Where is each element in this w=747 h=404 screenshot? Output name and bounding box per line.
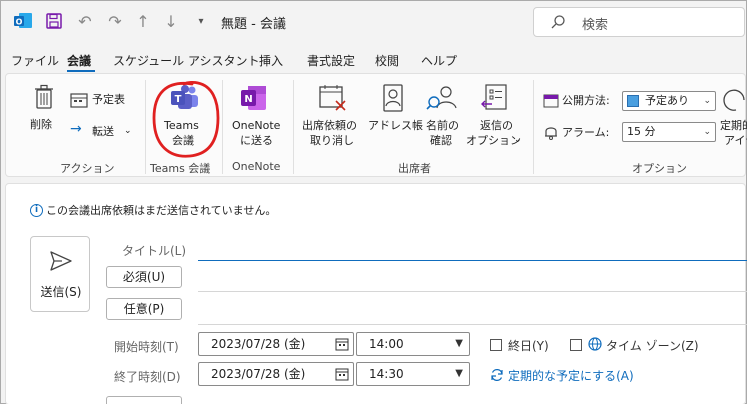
info-message: この会議出席依頼はまだ送信されていません。 [46, 204, 277, 217]
address-book-button[interactable]: アドレス帳 [368, 119, 423, 133]
group-label-actions: アクション [60, 162, 115, 175]
search-icon [551, 15, 565, 29]
show-as-label: 公開方法: [562, 94, 610, 107]
recurrence-button[interactable] [718, 80, 746, 152]
outlook-app-icon: O [14, 13, 32, 28]
title-label: タイトル(L) [122, 244, 187, 258]
previous-item-icon[interactable]: ↑ [133, 11, 153, 31]
menu-bar: ファイル 会議 スケジュール アシスタント 挿入 書式設定 校閲 ヘルプ [1, 45, 746, 73]
customize-qat-icon[interactable]: ▾ [191, 11, 211, 31]
bell-icon [545, 127, 557, 140]
svg-text:O: O [16, 18, 23, 27]
all-day-checkbox[interactable] [490, 339, 502, 351]
forward-icon: → [70, 121, 82, 137]
response-options-button[interactable] [466, 80, 530, 152]
tab-file[interactable]: ファイル [11, 52, 59, 69]
address-book-icon [383, 84, 403, 112]
send-icon [50, 251, 72, 271]
show-as-icon [543, 94, 559, 108]
send-to-onenote-button[interactable] [228, 80, 288, 152]
optional-attendees-underline [198, 324, 747, 325]
send-button[interactable]: 送信(S) [30, 236, 90, 312]
title-input[interactable] [198, 236, 747, 260]
end-date-picker[interactable]: 2023/07/28 (金) [198, 362, 354, 386]
redo-icon[interactable]: ↷ [105, 11, 125, 31]
calendar-button[interactable]: 予定表 [92, 93, 125, 107]
dropdown-arrow-icon: ▼ [455, 338, 463, 349]
reminder-select[interactable]: 15 分 ⌄ [622, 122, 716, 142]
title-input-underline [198, 260, 747, 261]
optional-attendees-button[interactable]: 任意(P) [106, 298, 182, 320]
tab-help[interactable]: ヘルプ [421, 52, 457, 69]
time-zone-label: タイム ゾーン(Z) [606, 339, 699, 353]
separator [222, 80, 223, 174]
tab-scheduling-assistant[interactable]: スケジュール アシスタント [113, 52, 260, 69]
search-placeholder: 検索 [582, 18, 609, 33]
window-title: 無題 - 会議 [221, 17, 286, 32]
start-time-value: 14:00 [369, 337, 404, 351]
save-icon[interactable] [45, 12, 63, 30]
chevron-down-icon: ⌄ [703, 127, 711, 137]
start-date-value: 2023/07/28 (金) [211, 337, 306, 351]
busy-color-swatch [627, 95, 639, 107]
recurrence-icon [491, 368, 503, 382]
reminder-label: アラーム: [562, 126, 610, 139]
make-recurring-link[interactable]: 定期的な予定にする(A) [508, 367, 634, 384]
annotation-circle [152, 80, 220, 158]
separator [145, 80, 146, 174]
undo-icon[interactable]: ↶ [75, 11, 95, 31]
globe-icon [588, 337, 602, 351]
end-time-label: 終了時刻(D) [114, 370, 181, 384]
info-bar: i この会議出席依頼はまだ送信されていません。 [30, 202, 276, 218]
location-button[interactable] [106, 396, 182, 404]
check-names-button[interactable] [420, 80, 464, 152]
meeting-form: i この会議出席依頼はまだ送信されていません。 送信(S) タイトル(L) 必須… [5, 183, 747, 404]
title-bar: O ↶ ↷ ↑ ↓ ▾ 無題 - 会議 検索 [1, 1, 746, 45]
start-date-picker[interactable]: 2023/07/28 (金) [198, 332, 354, 356]
tab-format[interactable]: 書式設定 [307, 52, 355, 69]
forward-button[interactable]: 転送 [92, 125, 114, 139]
cancel-invitation-button[interactable] [300, 80, 364, 152]
end-time-select[interactable]: 14:30 ▼ [356, 362, 470, 386]
forward-dropdown-icon[interactable]: ⌄ [124, 124, 132, 138]
tab-review[interactable]: 校閲 [375, 52, 399, 69]
time-zone-checkbox[interactable] [570, 339, 582, 351]
show-as-value: 予定あり [645, 94, 689, 107]
tab-meeting[interactable]: 会議 [67, 52, 91, 69]
group-label-options: オプション [632, 162, 687, 175]
active-tab-indicator [67, 70, 95, 72]
chevron-down-icon: ⌄ [703, 96, 711, 106]
calendar-icon [335, 338, 349, 351]
start-time-select[interactable]: 14:00 ▼ [356, 332, 470, 356]
group-label-attendees: 出席者 [398, 162, 431, 175]
required-attendees-underline [198, 291, 747, 292]
show-as-select[interactable]: 予定あり ⌄ [622, 91, 716, 111]
calendar-icon [70, 93, 88, 108]
separator [533, 80, 534, 174]
separator [293, 80, 294, 174]
end-time-value: 14:30 [369, 367, 404, 381]
end-date-value: 2023/07/28 (金) [211, 367, 306, 381]
optional-attendees-input[interactable] [198, 298, 747, 322]
ribbon: 削除 予定表 → 転送 ⌄ アクション T Teams 会議 Teams 会議 … [5, 73, 747, 177]
delete-button[interactable]: 削除 [30, 118, 52, 132]
calendar-icon [335, 368, 349, 381]
required-attendees-input[interactable] [198, 266, 747, 290]
tab-insert[interactable]: 挿入 [259, 52, 283, 69]
all-day-label: 終日(Y) [508, 339, 549, 353]
dropdown-arrow-icon: ▼ [455, 368, 463, 379]
trash-icon [35, 84, 53, 109]
start-time-label: 開始時刻(T) [114, 340, 179, 354]
reminder-value: 15 分 [627, 125, 656, 138]
group-label-teams: Teams 会議 [150, 162, 211, 175]
send-label: 送信(S) [40, 285, 82, 299]
info-icon: i [30, 203, 43, 217]
required-attendees-button[interactable]: 必須(U) [106, 266, 182, 288]
group-label-onenote: OneNote [232, 160, 281, 173]
next-item-icon[interactable]: ↓ [161, 11, 181, 31]
search-input[interactable]: 検索 [533, 7, 745, 37]
